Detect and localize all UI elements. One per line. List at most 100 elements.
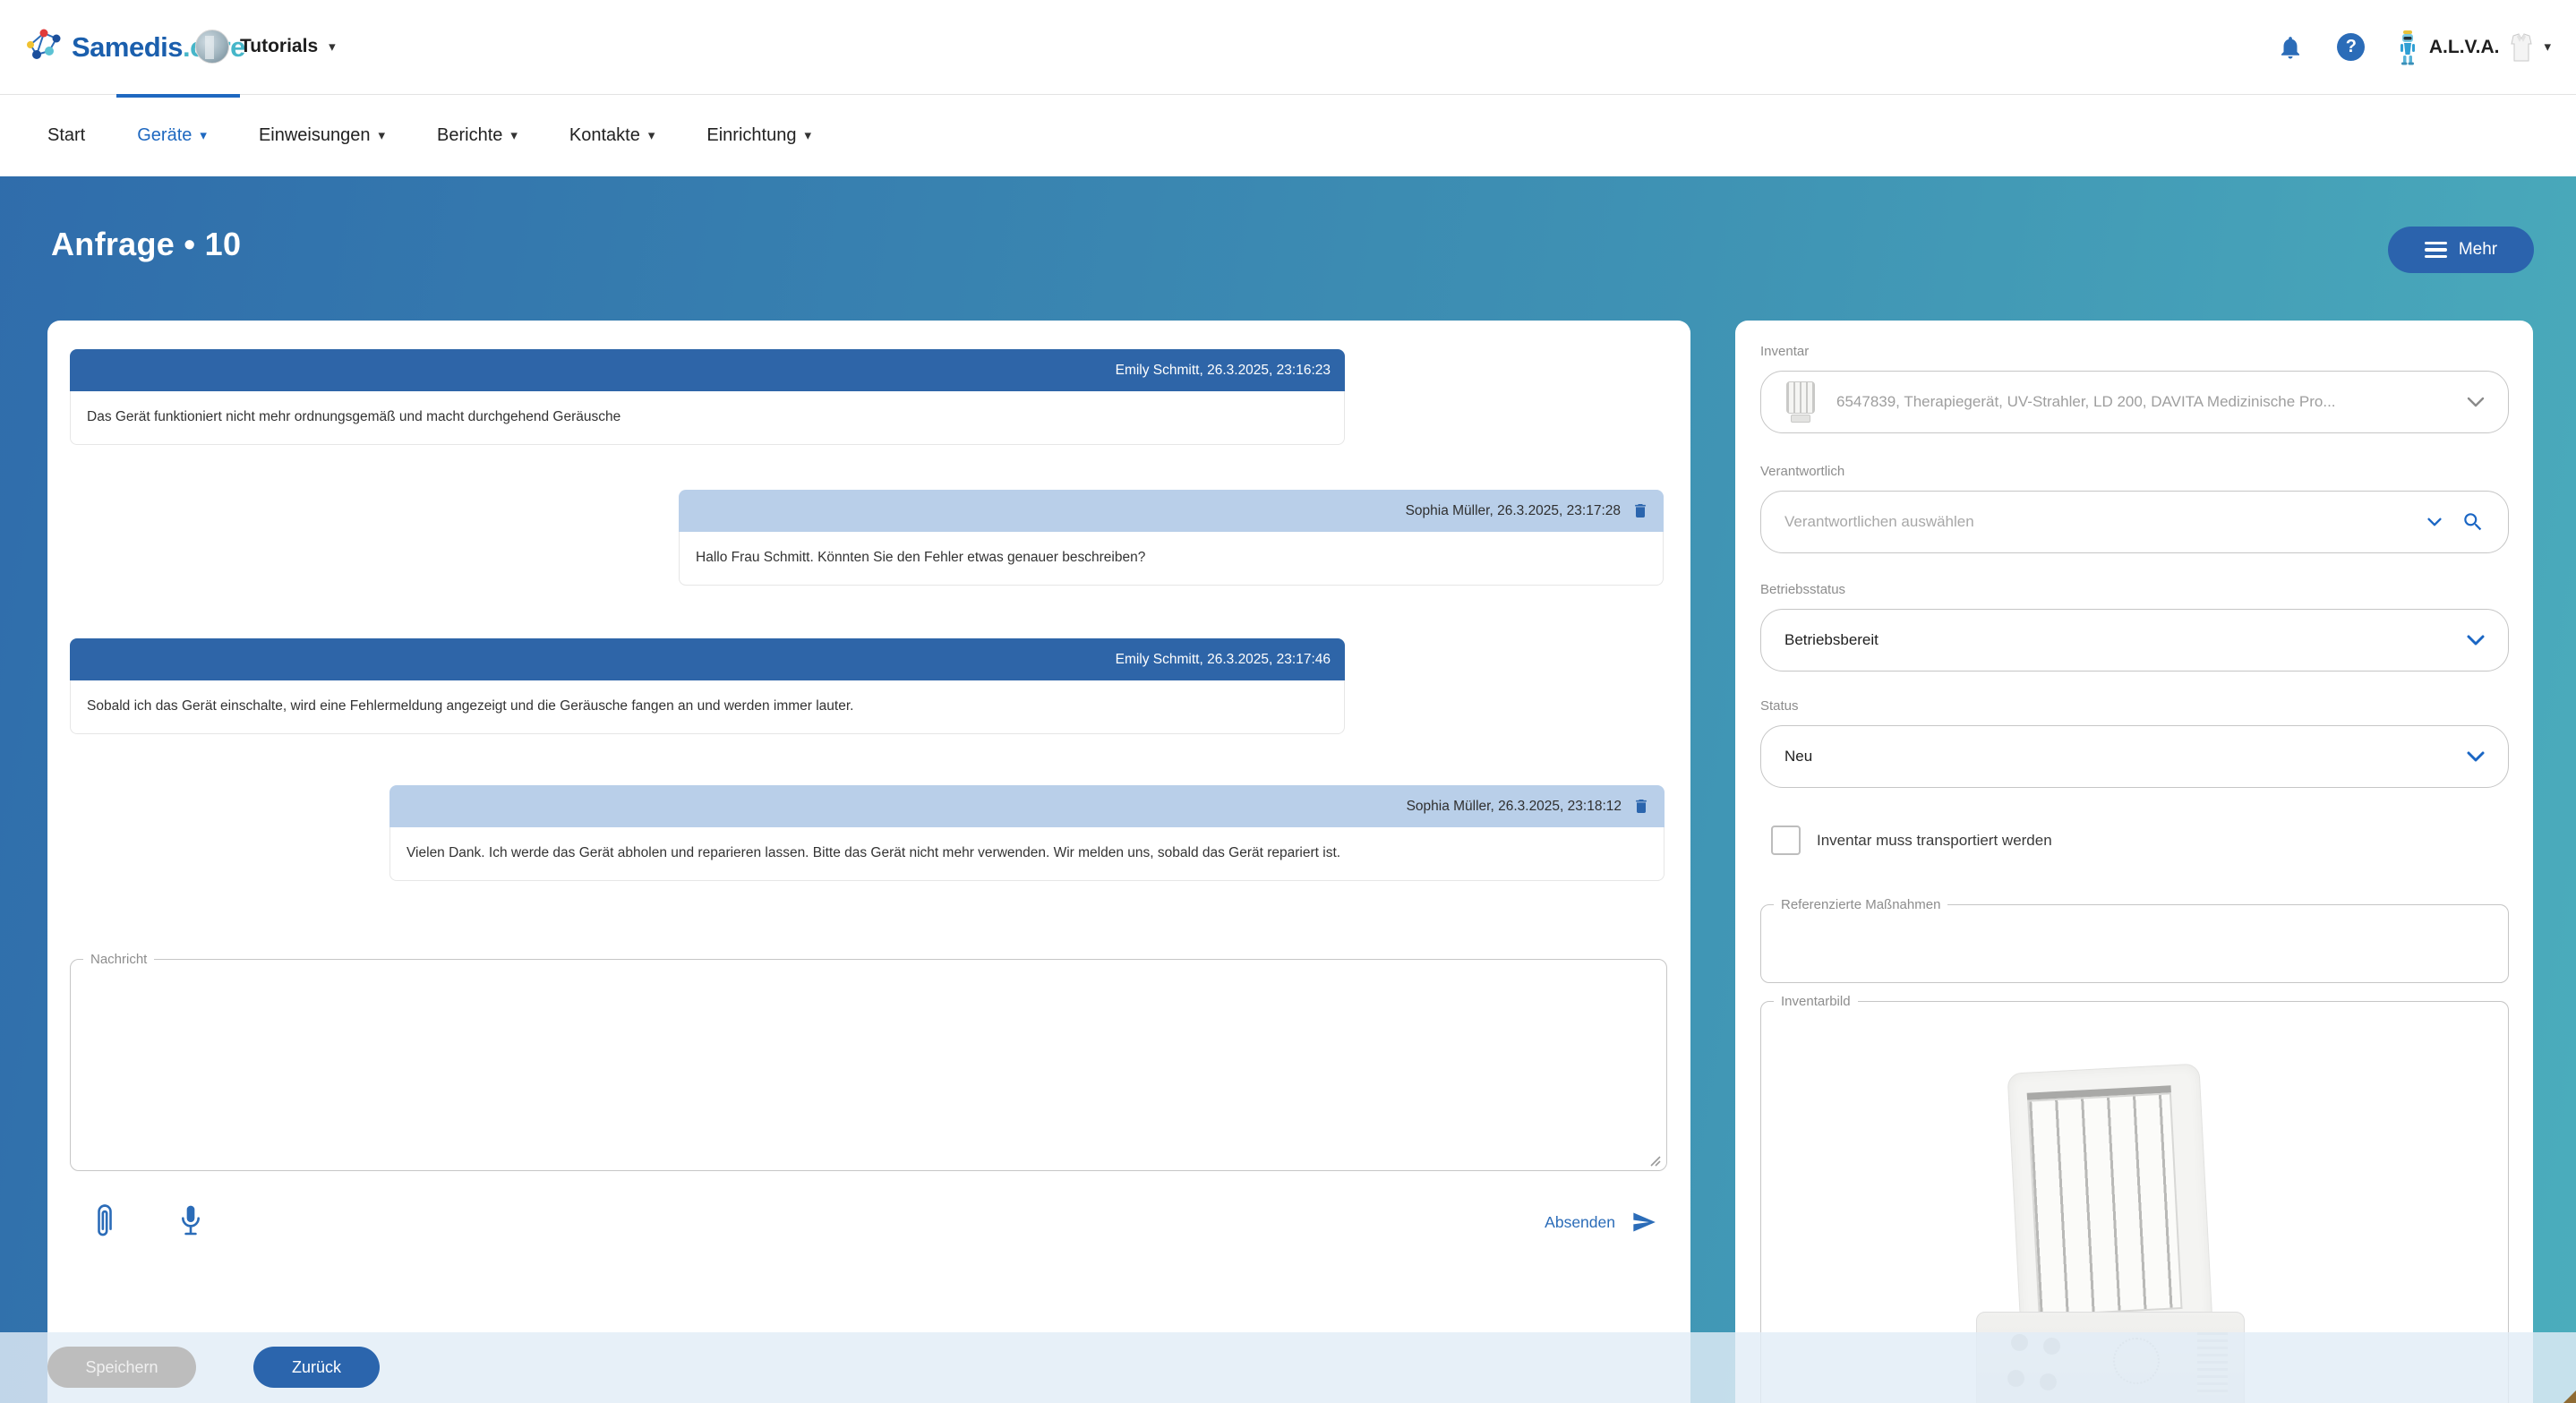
chevron-down-icon — [2467, 397, 2485, 407]
nav-label: Kontakte — [569, 125, 640, 146]
chevron-down-icon: ▾ — [804, 129, 811, 142]
message-text: Sobald ich das Gerät einschalte, wird ei… — [70, 680, 1345, 734]
message-text: Vielen Dank. Ich werde das Gerät abholen… — [389, 827, 1665, 881]
compose-actions-row: Absenden — [47, 1207, 1690, 1237]
microphone-icon — [179, 1203, 202, 1241]
chevron-down-icon: ▾ — [378, 129, 385, 142]
transport-checkbox-label: Inventar muss transportiert werden — [1817, 832, 2052, 850]
message-text: Das Gerät funktioniert nicht mehr ordnun… — [70, 391, 1345, 445]
verantwortlich-field — [1760, 491, 2509, 553]
tutorials-label: Tutorials — [240, 36, 318, 57]
chevron-down-icon: ▾ — [2544, 40, 2551, 54]
page-resize-corner — [2563, 1390, 2576, 1403]
nav-item-geraete[interactable]: Geräte ▾ — [137, 125, 207, 146]
tutorials-menu[interactable]: Tutorials ▾ — [195, 30, 336, 64]
help-button[interactable]: ? — [2336, 32, 2366, 63]
user-name-label: A.L.V.A. — [2429, 37, 2500, 58]
more-button-label: Mehr — [2459, 240, 2497, 260]
inventar-value: 6547839, Therapiegerät, UV-Strahler, LD … — [1836, 393, 2447, 411]
message-header: Emily Schmitt, 26.3.2025, 23:17:46 — [70, 638, 1345, 680]
betriebsstatus-label: Betriebsstatus — [1760, 582, 1845, 597]
chevron-down-icon — [2467, 635, 2485, 646]
delete-message-icon[interactable] — [1631, 500, 1649, 521]
question-mark-icon: ? — [2337, 33, 2365, 61]
message-field-label: Nachricht — [83, 952, 154, 967]
chat-message: Sophia Müller, 26.3.2025, 23:18:12 Viele… — [389, 785, 1665, 881]
network-logo-icon — [25, 27, 63, 68]
nav-item-einweisungen[interactable]: Einweisungen ▾ — [259, 125, 385, 146]
user-account-menu[interactable]: A.L.V.A. ▾ — [2397, 30, 2551, 65]
nav-label: Berichte — [437, 125, 502, 146]
chevron-down-icon: ▾ — [329, 40, 336, 54]
robot-avatar-icon — [2397, 30, 2418, 65]
send-label: Absenden — [1545, 1213, 1615, 1232]
message-header: Sophia Müller, 26.3.2025, 23:18:12 — [389, 785, 1665, 827]
transport-checkbox[interactable] — [1771, 826, 1801, 855]
nav-label: Einrichtung — [706, 125, 796, 146]
bell-icon — [2277, 34, 2304, 61]
details-panel: Inventar 6547839, Therapiegerät, UV-Stra… — [1735, 321, 2533, 1403]
inventar-select[interactable]: 6547839, Therapiegerät, UV-Strahler, LD … — [1760, 371, 2509, 433]
verantwortlich-label: Verantwortlich — [1760, 464, 1844, 479]
send-message-button[interactable]: Absenden — [1545, 1210, 1658, 1235]
notifications-bell-button[interactable] — [2275, 32, 2306, 63]
search-icon[interactable] — [2461, 510, 2485, 534]
message-header: Emily Schmitt, 26.3.2025, 23:16:23 — [70, 349, 1345, 391]
paperclip-icon — [93, 1202, 116, 1242]
brand-primary-text: Samedis — [72, 31, 183, 63]
delete-message-icon[interactable] — [1632, 796, 1650, 817]
menu-icon — [2425, 242, 2447, 259]
back-button[interactable]: Zurück — [253, 1347, 380, 1388]
save-button[interactable]: Speichern — [47, 1347, 196, 1388]
attach-file-button[interactable] — [90, 1207, 120, 1237]
chevron-down-icon — [2467, 751, 2485, 762]
main-nav: Start Geräte ▾ Einweisungen ▾ Berichte ▾… — [0, 94, 2576, 176]
nav-item-einrichtung[interactable]: Einrichtung ▾ — [706, 125, 811, 146]
transport-checkbox-row[interactable]: Inventar muss transportiert werden — [1771, 826, 2052, 855]
inventarbild-label: Inventarbild — [1774, 994, 1858, 1009]
status-label: Status — [1760, 698, 1799, 714]
nav-item-berichte[interactable]: Berichte ▾ — [437, 125, 518, 146]
nav-label: Geräte — [137, 125, 192, 146]
chevron-down-icon: ▾ — [200, 129, 207, 142]
message-author-line: Sophia Müller, 26.3.2025, 23:18:12 — [1407, 799, 1622, 815]
nav-item-start[interactable]: Start — [47, 125, 85, 146]
nav-label: Einweisungen — [259, 125, 371, 146]
inventar-label: Inventar — [1760, 344, 1809, 359]
message-text: Hallo Frau Schmitt. Könnten Sie den Fehl… — [679, 532, 1664, 586]
chat-message: Emily Schmitt, 26.3.2025, 23:17:46 Sobal… — [70, 638, 1345, 734]
massnahmen-fieldset: Referenzierte Maßnahmen — [1760, 897, 2509, 983]
message-compose-fieldset: Nachricht — [70, 952, 1667, 1171]
resize-handle-icon[interactable] — [1648, 1154, 1661, 1167]
message-author-line: Sophia Müller, 26.3.2025, 23:17:28 — [1406, 503, 1621, 519]
message-author-line: Emily Schmitt, 26.3.2025, 23:17:46 — [1116, 652, 1331, 668]
massnahmen-label: Referenzierte Maßnahmen — [1774, 897, 1947, 912]
message-author-line: Emily Schmitt, 26.3.2025, 23:16:23 — [1116, 363, 1331, 379]
nav-label: Start — [47, 125, 85, 146]
chat-panel: Emily Schmitt, 26.3.2025, 23:16:23 Das G… — [47, 321, 1690, 1403]
active-tab-indicator — [116, 94, 240, 98]
nav-item-kontakte[interactable]: Kontakte ▾ — [569, 125, 655, 146]
app-root: Samedis.care Tutorials ▾ ? — [0, 0, 2576, 1403]
betriebsstatus-select[interactable]: Betriebsbereit — [1760, 609, 2509, 672]
chevron-down-icon: ▾ — [510, 129, 518, 142]
message-header: Sophia Müller, 26.3.2025, 23:17:28 — [679, 490, 1664, 532]
more-button[interactable]: Mehr — [2388, 227, 2534, 273]
attachment-actions — [90, 1207, 206, 1237]
top-header: Samedis.care Tutorials ▾ ? — [0, 0, 2576, 94]
status-select[interactable]: Neu — [1760, 725, 2509, 788]
verantwortlich-input[interactable] — [1784, 513, 2408, 531]
tutorials-avatar — [195, 30, 229, 64]
lab-coat-icon — [2510, 33, 2533, 62]
inventory-thumbnail — [1784, 381, 1817, 423]
chat-message: Emily Schmitt, 26.3.2025, 23:16:23 Das G… — [70, 349, 1345, 445]
action-bar: Speichern Zurück — [0, 1332, 2576, 1403]
message-textarea[interactable] — [71, 967, 1666, 1151]
betriebsstatus-value: Betriebsbereit — [1784, 631, 2447, 649]
send-icon — [1630, 1210, 1658, 1235]
chevron-down-icon[interactable] — [2427, 518, 2442, 526]
chevron-down-icon: ▾ — [648, 129, 655, 142]
record-audio-button[interactable] — [175, 1207, 206, 1237]
header-actions: ? A.L.V.A. — [2275, 0, 2551, 94]
status-value: Neu — [1784, 748, 2447, 766]
